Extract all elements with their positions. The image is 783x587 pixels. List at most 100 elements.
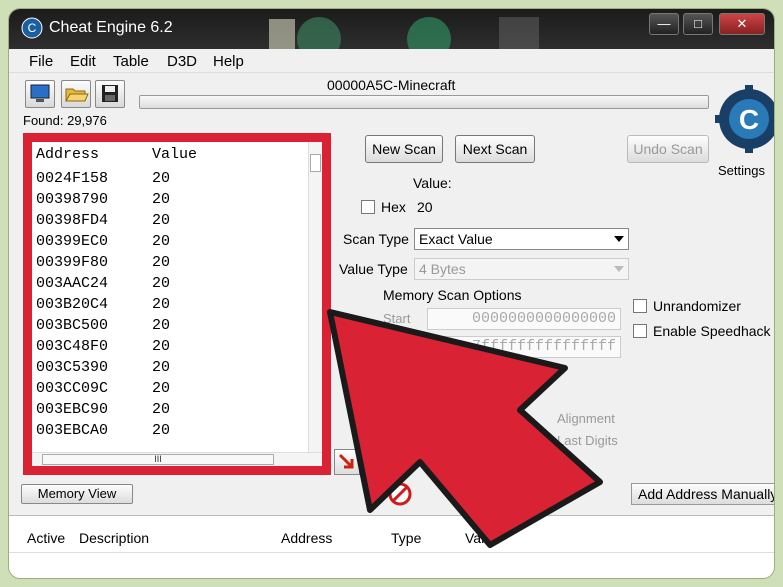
floppy-disk-icon	[102, 85, 118, 102]
speedhack-label: Enable Speedhack	[653, 323, 771, 339]
close-button[interactable]: ✕	[719, 13, 765, 35]
folder-open-icon	[65, 88, 89, 102]
title-bar: C Cheat Engine 6.2 — □ ✕	[9, 9, 774, 49]
scan-type-value: Exact Value	[419, 231, 493, 247]
menu-edit[interactable]: Edit	[70, 53, 96, 70]
scan-progress-bar	[139, 95, 709, 109]
menu-help[interactable]: Help	[213, 53, 244, 70]
row-value: 20	[152, 401, 171, 418]
value-type-value: 4 Bytes	[419, 261, 466, 277]
process-select-button[interactable]	[25, 80, 55, 108]
list-item[interactable]: 003C48F0 20	[32, 337, 312, 358]
value-type-dropdown[interactable]: 4 Bytes	[414, 258, 629, 280]
row-address: 00398FD4	[36, 212, 109, 229]
cheat-engine-logo[interactable]: C	[709, 83, 775, 167]
alignment-label: Alignment	[557, 411, 615, 426]
found-count: Found: 29,976	[23, 113, 107, 128]
cheat-engine-app-icon: C	[21, 17, 43, 39]
table-header-divider	[9, 552, 774, 553]
row-address: 00399F80	[36, 254, 109, 271]
arrow-down-right-icon	[338, 453, 354, 469]
pause-checkbox[interactable]	[381, 455, 395, 469]
settings-label[interactable]: Settings	[718, 163, 765, 178]
header-address[interactable]: Address	[36, 146, 99, 163]
row-address: 003C5390	[36, 359, 109, 376]
horizontal-scroll-thumb[interactable]: III	[42, 454, 274, 465]
fast-scan-checkbox[interactable]	[381, 421, 395, 435]
stop-icon[interactable]	[387, 481, 413, 507]
row-value: 20	[152, 170, 171, 187]
list-item[interactable]: 00399EC0 20	[32, 232, 312, 253]
list-item[interactable]: 003C5390 20	[32, 358, 312, 379]
row-address: 003EBC90	[36, 401, 109, 418]
list-item[interactable]: 003EBCA0 20	[32, 421, 312, 442]
desktop-background-icons	[269, 17, 539, 49]
row-value: 20	[152, 254, 171, 271]
maximize-button[interactable]: □	[683, 13, 713, 35]
col-description[interactable]: Description	[79, 530, 149, 546]
list-vertical-scrollbar[interactable]	[308, 142, 322, 452]
start-address-field[interactable]: 0000000000000000	[427, 308, 621, 330]
row-address: 0024F158	[36, 170, 109, 187]
list-item[interactable]: 003EBC90 20	[32, 400, 312, 421]
row-value: 20	[152, 296, 171, 313]
vertical-scroll-thumb[interactable]	[310, 154, 321, 172]
stop-address-field[interactable]: 7fffffffffffffff	[427, 336, 621, 358]
svg-text:C: C	[739, 104, 759, 135]
row-address: 003BC500	[36, 317, 109, 334]
row-address: 003B20C4	[36, 296, 109, 313]
list-horizontal-scrollbar[interactable]: III	[32, 452, 322, 466]
hex-checkbox[interactable]	[361, 200, 375, 214]
pause-label: Pause	[401, 454, 441, 470]
list-item[interactable]: 003CC09C 20	[32, 379, 312, 400]
value-type-label: Value Type	[339, 261, 408, 277]
list-item[interactable]: 00398790 20	[32, 190, 312, 211]
list-item[interactable]: 003BC500 20	[32, 316, 312, 337]
memory-scan-options-label: Memory Scan Options	[383, 287, 522, 303]
row-address: 003AAC24	[36, 275, 109, 292]
col-type[interactable]: Type	[391, 530, 421, 546]
row-address: 00398790	[36, 191, 109, 208]
row-value: 20	[152, 191, 171, 208]
menu-file[interactable]: File	[29, 53, 53, 70]
list-item[interactable]: 00399F80 20	[32, 253, 312, 274]
value-input[interactable]: 20	[417, 199, 433, 215]
list-item[interactable]: 0024F158 20	[32, 169, 312, 190]
row-value: 20	[152, 359, 171, 376]
menu-table[interactable]: Table	[113, 53, 149, 70]
writable-checkbox[interactable]	[381, 389, 395, 403]
chevron-down-icon	[614, 266, 624, 272]
row-address: 003CC09C	[36, 380, 109, 397]
col-value[interactable]: Value	[465, 530, 500, 546]
menu-d3d[interactable]: D3D	[167, 53, 197, 70]
found-address-list[interactable]: Address Value 0024F158 20 00398790 20 0039…	[23, 133, 331, 475]
row-value: 20	[152, 422, 171, 439]
next-scan-button[interactable]: Next Scan	[455, 135, 535, 163]
open-file-button[interactable]	[61, 80, 91, 108]
row-address: 003C48F0	[36, 338, 109, 355]
add-address-manually-button[interactable]: Add Address Manually	[631, 483, 774, 505]
list-item[interactable]: 003B20C4 20	[32, 295, 312, 316]
unrandomizer-checkbox[interactable]	[633, 299, 647, 313]
row-value: 20	[152, 275, 171, 292]
hex-label: Hex	[381, 199, 406, 215]
row-value: 20	[152, 338, 171, 355]
col-address[interactable]: Address	[281, 530, 332, 546]
minimize-button[interactable]: —	[649, 13, 679, 35]
undo-scan-button[interactable]: Undo Scan	[627, 135, 709, 163]
row-value: 20	[152, 380, 171, 397]
save-button[interactable]	[95, 80, 125, 108]
menu-bar: File Edit Table D3D Help	[9, 49, 774, 73]
col-active[interactable]: Active	[27, 530, 65, 546]
list-item[interactable]: 00398FD4 20	[32, 211, 312, 232]
scan-type-dropdown[interactable]: Exact Value	[414, 228, 629, 250]
chevron-down-icon	[614, 236, 624, 242]
speedhack-checkbox[interactable]	[633, 324, 647, 338]
memory-view-button[interactable]: Memory View	[21, 484, 133, 504]
add-to-list-button[interactable]	[334, 449, 360, 475]
new-scan-button[interactable]: New Scan	[365, 135, 443, 163]
list-item[interactable]: 003AAC24 20	[32, 274, 312, 295]
header-value[interactable]: Value	[152, 146, 197, 163]
cheat-table[interactable]: Active Description Address Type Value	[9, 515, 774, 578]
process-name: 00000A5C-Minecraft	[327, 77, 456, 93]
